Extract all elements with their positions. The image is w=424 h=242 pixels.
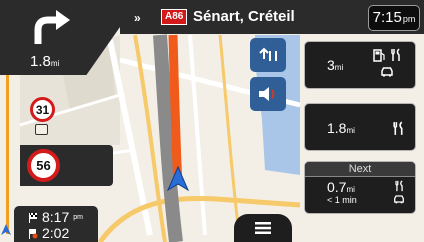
trip-info-box[interactable]: 8:17 pm 2:02 <box>14 206 98 242</box>
poi-duration: < 1 min <box>327 195 357 205</box>
clock: 7:15pm <box>368 5 420 31</box>
remaining-time: 2:02 <box>28 225 69 241</box>
navigation-screen: 1.8mi » A86 Sénart, Créteil 7:15pm 31 56… <box>0 0 424 242</box>
car-service-icon <box>394 195 404 204</box>
poi-distance: 0.7mi <box>327 179 355 195</box>
next-street-name: Sénart, Créteil <box>193 8 295 25</box>
fuel-pump-icon <box>372 49 385 62</box>
route-arrow-icon: » <box>134 11 141 25</box>
menu-button[interactable] <box>234 214 292 242</box>
hamburger-menu-icon <box>255 222 271 234</box>
speaker-sound-icon <box>259 87 275 101</box>
poi-distance: 3mi <box>327 57 344 73</box>
next-label: Next <box>305 162 415 177</box>
checkered-flag-icon <box>29 212 37 223</box>
clock-flag-icon <box>29 228 38 239</box>
car-service-icon <box>381 67 393 77</box>
restaurant-icon <box>390 48 400 61</box>
sound-toggle-button[interactable] <box>250 77 286 111</box>
compass-icon <box>1 224 11 235</box>
next-poi-panel[interactable]: Next 0.7mi < 1 min <box>304 161 416 214</box>
speed-camera-icon <box>35 124 48 135</box>
maneuver-distance: 1.8mi <box>30 53 60 70</box>
lane-guidance-icon <box>259 47 277 61</box>
speed-limit-sign: 56 <box>27 149 60 182</box>
poi-distance: 1.8mi <box>327 120 355 136</box>
restaurant-icon <box>393 121 403 135</box>
restaurant-icon <box>394 180 403 192</box>
arrival-time: 8:17 pm <box>28 209 83 225</box>
lane-guidance-button[interactable] <box>250 38 286 72</box>
speed-limit-small-sign: 31 <box>30 97 55 122</box>
turn-right-then-left-icon <box>34 10 70 44</box>
road-number-badge: A86 <box>161 9 188 25</box>
poi-panel-2[interactable]: 1.8mi <box>304 103 416 151</box>
poi-panel-1[interactable]: 3mi <box>304 41 416 89</box>
